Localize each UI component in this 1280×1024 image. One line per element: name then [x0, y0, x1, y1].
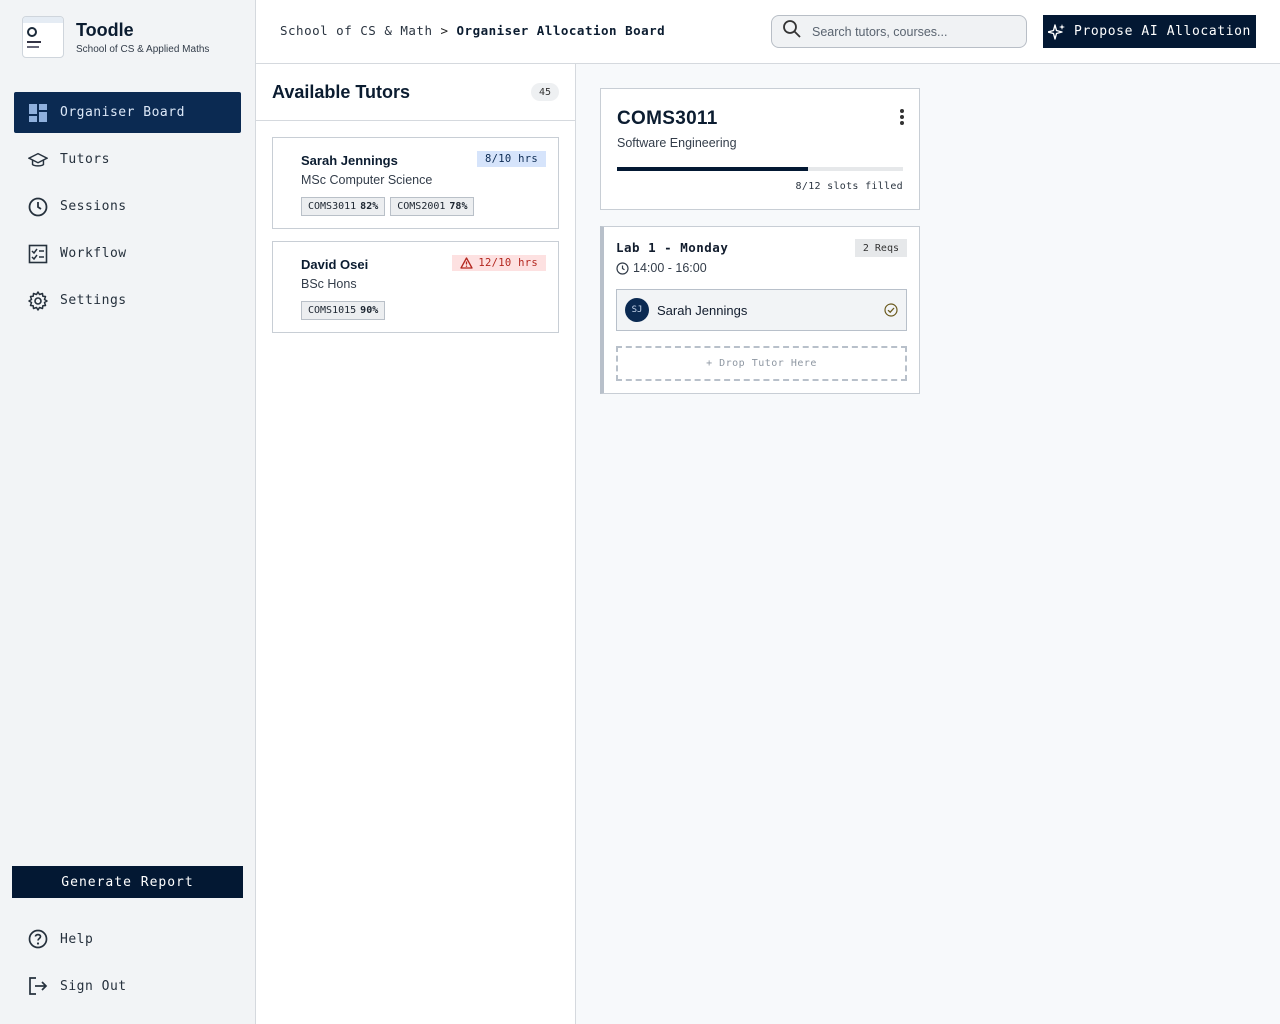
nav-item-tutors[interactable]: Tutors	[14, 139, 241, 180]
avatar: SJ	[625, 298, 649, 322]
nav-item-sessions[interactable]: Sessions	[14, 186, 241, 227]
session-card-lab-1[interactable]: Lab 1 - Monday 2 Reqs 14:00 - 16:00 SJ S…	[600, 226, 920, 394]
sparkle-icon	[1048, 23, 1066, 40]
tutor-card-david-osei[interactable]: David Osei 12/10 hrs BSc Hons COMS1015 90…	[272, 241, 559, 333]
gear-icon	[28, 290, 48, 311]
nav-label: Settings	[60, 293, 127, 308]
drop-tutor-zone[interactable]: + Drop Tutor Here	[616, 346, 907, 381]
help-link[interactable]: Help	[28, 929, 238, 949]
course-code: COMS3011	[617, 108, 718, 129]
tutor-tags: COMS1015 90%	[301, 301, 390, 320]
dashboard-icon	[28, 103, 48, 123]
propose-ai-allocation-button[interactable]: Propose AI Allocation	[1043, 15, 1256, 48]
clock-icon	[28, 197, 48, 217]
tutor-tags: COMS3011 82% COMS2001 78%	[301, 197, 479, 216]
nav-label: Tutors	[60, 152, 110, 167]
available-tutors-panel: Available Tutors 45 Sarah Jennings 8/10 …	[256, 64, 576, 1024]
tutor-card-sarah-jennings[interactable]: Sarah Jennings 8/10 hrs MSc Computer Sci…	[272, 137, 559, 229]
ai-button-label: Propose AI Allocation	[1074, 24, 1251, 39]
clock-icon	[616, 261, 629, 275]
breadcrumb-current: Organiser Allocation Board	[456, 23, 666, 38]
school-name: School of CS & Applied Maths	[76, 44, 210, 55]
search-box[interactable]	[771, 15, 1027, 48]
nav-label: Organiser Board	[60, 105, 185, 120]
session-time: 14:00 - 16:00	[616, 261, 707, 275]
nav-item-organiser-board[interactable]: Organiser Board	[14, 92, 241, 133]
sign-out-link[interactable]: Sign Out	[28, 976, 238, 996]
main-nav: Organiser Board Tutors Sessions Workflow…	[14, 92, 241, 327]
nav-item-settings[interactable]: Settings	[14, 280, 241, 321]
panel-title: Available Tutors	[272, 82, 411, 102]
allocation-board: COMS3011 Software Engineering 8/12 slots…	[576, 64, 1280, 1024]
breadcrumb-separator: >	[440, 23, 449, 38]
help-icon	[28, 929, 48, 949]
generate-report-button[interactable]: Generate Report	[12, 866, 243, 898]
nav-label: Workflow	[60, 246, 127, 261]
tutor-degree: MSc Computer Science	[301, 173, 433, 187]
search-icon	[782, 19, 802, 44]
tutor-name: Sarah Jennings	[301, 153, 398, 168]
slots-progress-fill	[617, 167, 808, 171]
sign-out-label: Sign Out	[60, 978, 127, 994]
hours-badge: 8/10 hrs	[477, 151, 546, 167]
slots-filled-label: 8/12 slots filled	[795, 181, 903, 192]
tutor-degree: BSc Hons	[301, 277, 357, 291]
nav-label: Sessions	[60, 199, 127, 214]
tutor-name: David Osei	[301, 257, 369, 272]
more-options-icon[interactable]	[899, 109, 905, 127]
breadcrumb: School of CS & Math > Organiser Allocati…	[280, 23, 665, 38]
slots-progress-bar	[617, 167, 903, 171]
nav-item-workflow[interactable]: Workflow	[14, 233, 241, 274]
assigned-tutor[interactable]: SJ Sarah Jennings	[616, 289, 907, 331]
course-tag: COMS1015 90%	[301, 301, 386, 320]
app-name: Toodle	[76, 20, 134, 40]
requirements-badge: 2 Reqs	[854, 239, 907, 257]
warning-icon	[460, 257, 474, 269]
course-tag: COMS2001 78%	[390, 197, 475, 216]
tutors-panel-header: Available Tutors 45	[256, 64, 575, 121]
sign-out-icon	[28, 976, 48, 996]
assigned-tutor-name: Sarah Jennings	[657, 302, 748, 318]
university-logo	[22, 16, 64, 58]
breadcrumb-parent[interactable]: School of CS & Math	[280, 23, 433, 38]
hours-badge-overloaded: 12/10 hrs	[452, 255, 546, 271]
graduation-cap-icon	[28, 150, 48, 170]
search-input[interactable]	[812, 24, 1012, 39]
brand: Toodle School of CS & Applied Maths	[22, 16, 209, 58]
course-card[interactable]: COMS3011 Software Engineering 8/12 slots…	[600, 88, 920, 210]
top-bar: School of CS & Math > Organiser Allocati…	[256, 0, 1280, 64]
session-title: Lab 1 - Monday	[616, 240, 729, 255]
check-circle-icon	[884, 303, 898, 317]
tutor-count-badge: 45	[531, 83, 559, 101]
checklist-icon	[28, 244, 48, 264]
sidebar: Toodle School of CS & Applied Maths Orga…	[0, 0, 256, 1024]
course-name: Software Engineering	[617, 136, 737, 150]
help-label: Help	[60, 931, 94, 947]
course-tag: COMS3011 82%	[301, 197, 386, 216]
